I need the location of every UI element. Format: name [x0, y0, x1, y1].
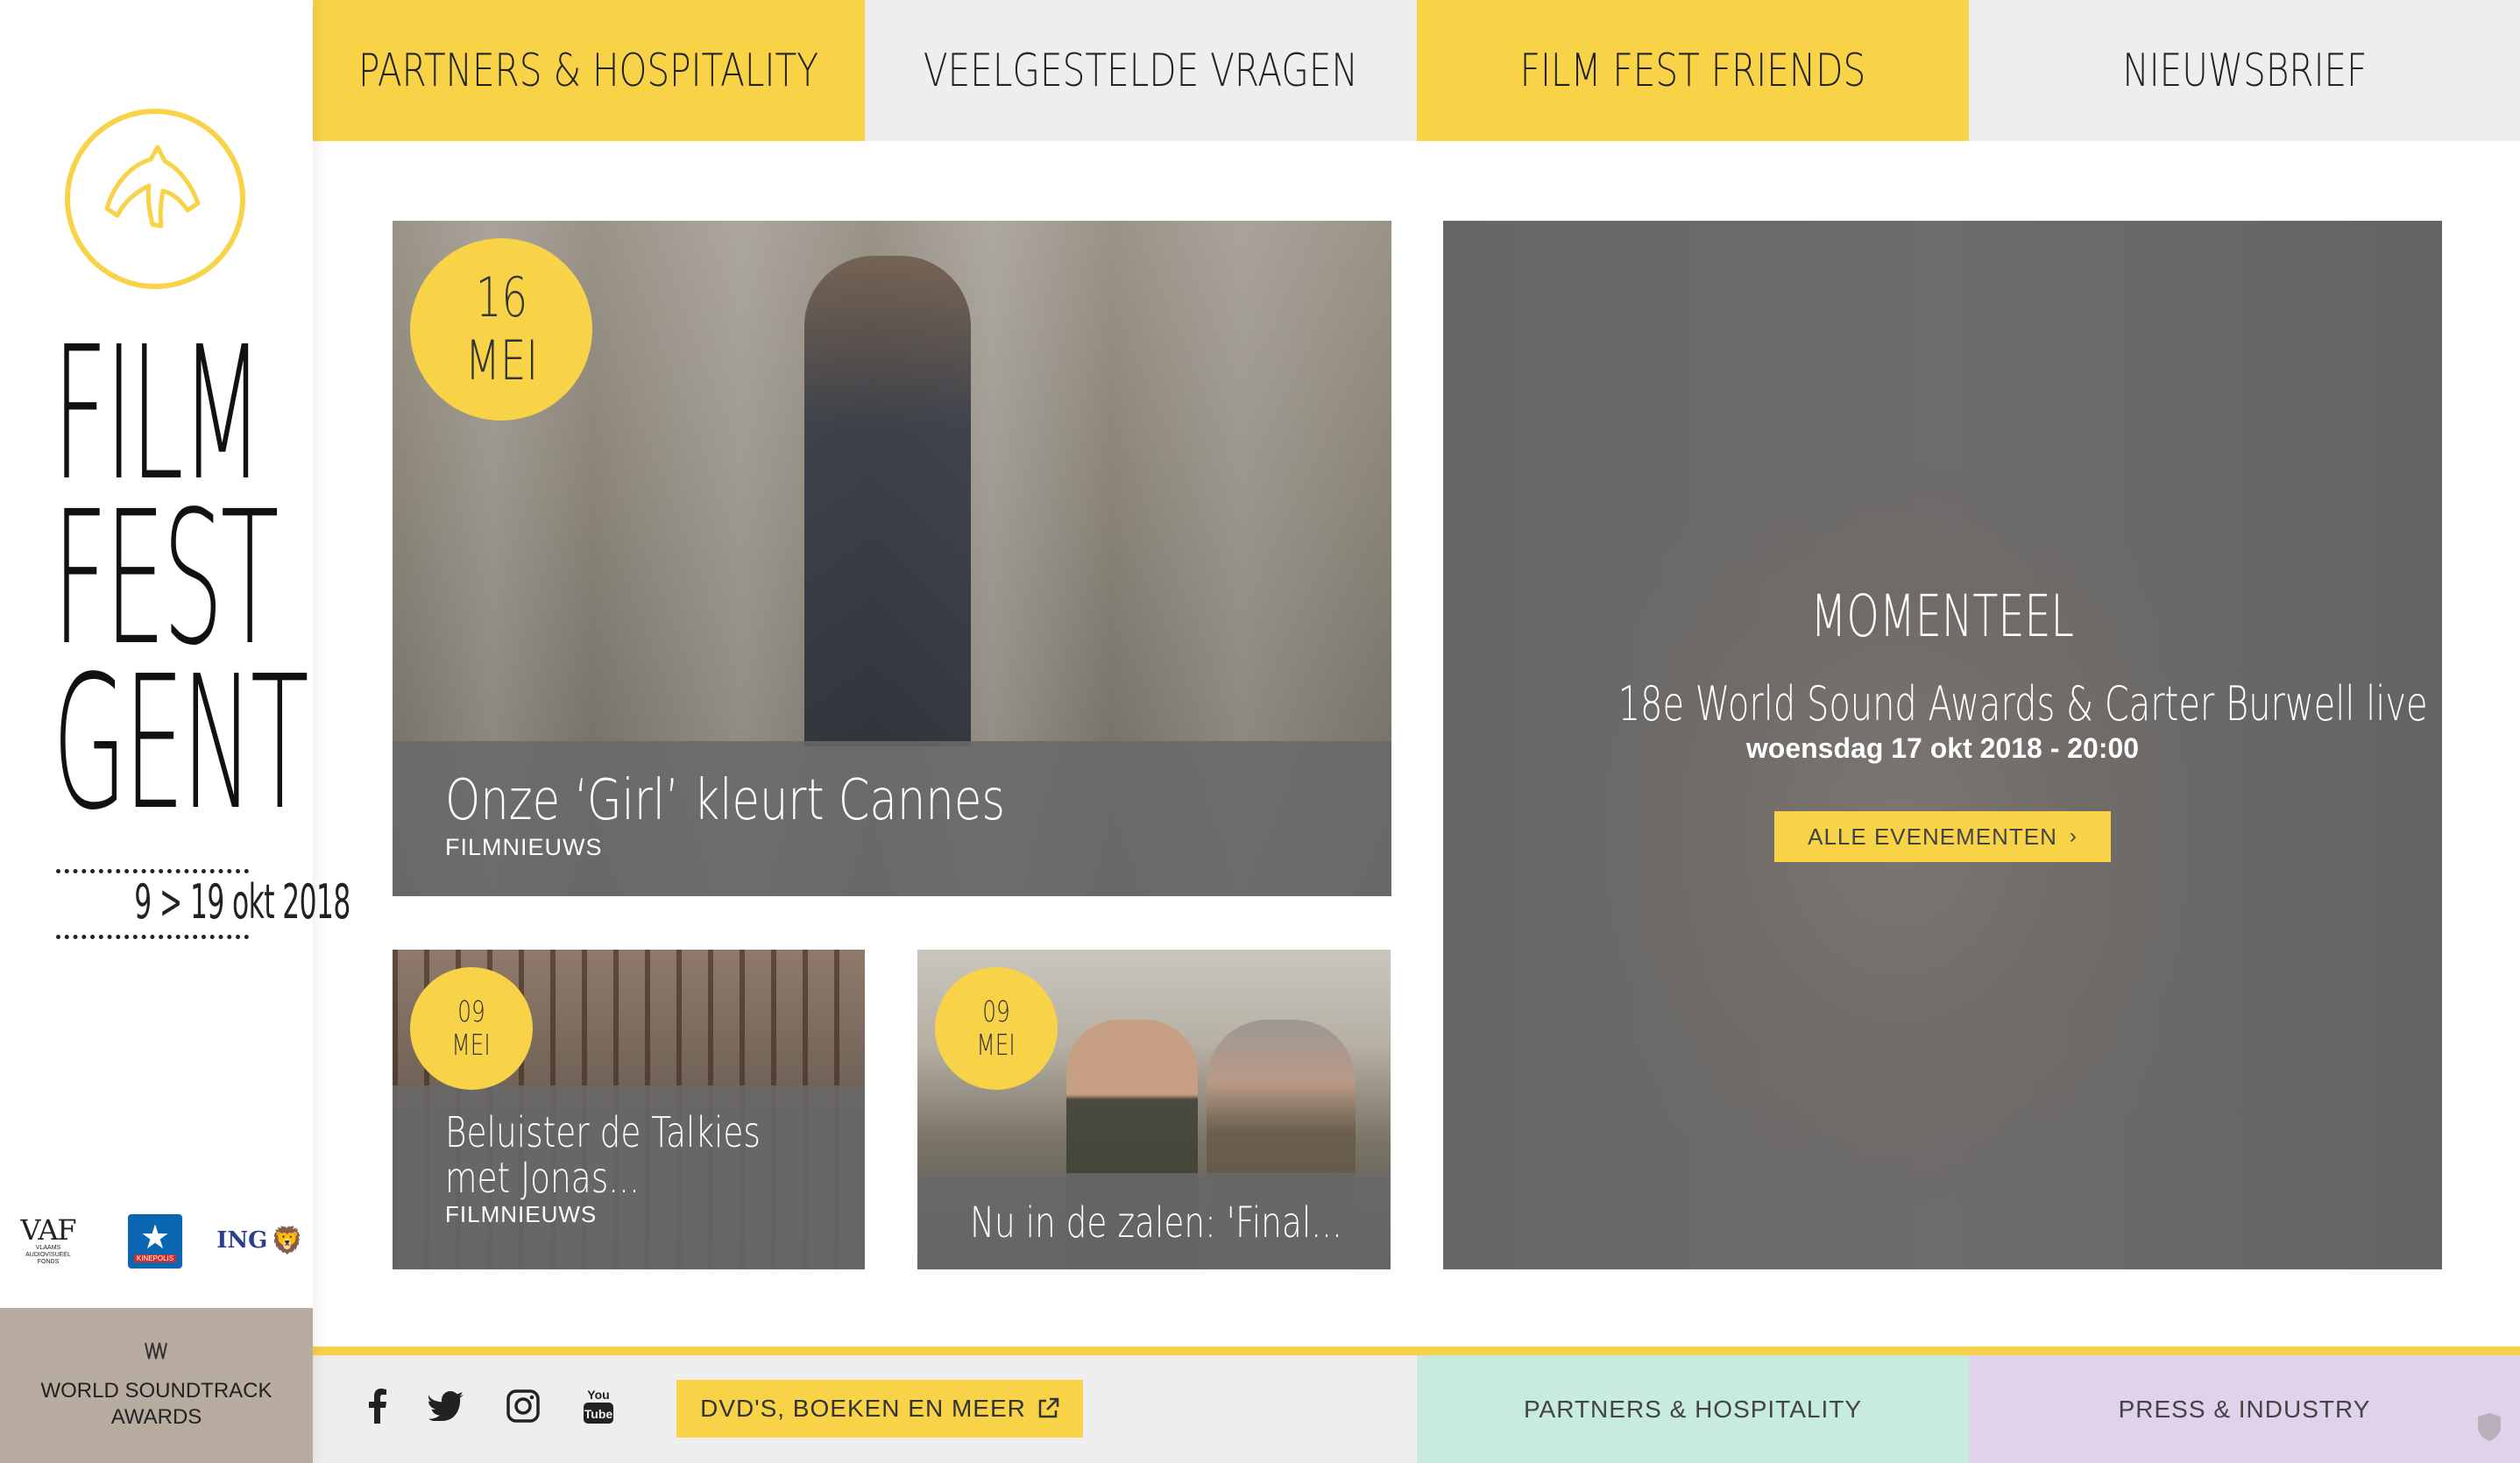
- footer-press-label: PRESS & INDUSTRY: [2118, 1395, 2371, 1423]
- date-month: MEI: [464, 329, 538, 392]
- featured-heading: MOMENTEEL: [1443, 583, 2442, 650]
- festival-dates-text: 9 > 19 okt 2018: [134, 874, 350, 929]
- news-card-main[interactable]: 16 MEI Onze ‘Girl’ kleurt Cannes FILMNIE…: [393, 221, 1391, 896]
- all-events-label: ALLE EVENEMENTEN: [1808, 823, 2057, 850]
- featured-event[interactable]: MOMENTEEL 18e World Sound Awards & Carte…: [1443, 221, 2442, 1269]
- svg-text:Tube: Tube: [584, 1407, 613, 1421]
- card-category: FILMNIEUWS: [445, 1201, 598, 1227]
- news-card-small[interactable]: 09 MEI Nu in de zalen: 'Final...: [917, 950, 1391, 1269]
- news-card-small[interactable]: 09 MEI Beluister de Talkies met Jonas...…: [393, 950, 865, 1269]
- card-title: Beluister de Talkies met Jonas...: [445, 1108, 761, 1203]
- date-month: MEI: [451, 1028, 492, 1062]
- shop-button[interactable]: DVD'S, BOEKEN EN MEER: [676, 1380, 1083, 1438]
- nav-label: NIEUWSBRIEF: [2121, 44, 2368, 97]
- instagram-glyph: [506, 1389, 540, 1423]
- featured-title: 18e World Sound Awards & Carter Burwell …: [1443, 676, 2442, 732]
- featured-date: woensdag 17 okt 2018 - 20:00: [1745, 732, 2140, 764]
- date-badge: 09 MEI: [935, 967, 1058, 1090]
- card-title: Nu in de zalen: 'Final...: [970, 1198, 1342, 1247]
- world-soundtrack-awards-link[interactable]: WORLD SOUNDTRACK AWARDS: [0, 1308, 313, 1463]
- facebook-glyph: [369, 1389, 386, 1424]
- nav-label: VEELGESTELDE VRAGEN: [924, 44, 1358, 97]
- featured-title-text: 18e World Sound Awards & Carter Burwell …: [1617, 676, 2442, 732]
- twitter-icon[interactable]: [424, 1384, 468, 1428]
- footer-partners-label: PARTNERS & HOSPITALITY: [1523, 1395, 1863, 1423]
- instagram-icon[interactable]: [501, 1384, 545, 1428]
- date-badge: 09 MEI: [410, 967, 533, 1090]
- star-icon: ★: [139, 1219, 171, 1256]
- external-link-icon: [1038, 1397, 1059, 1418]
- nav-label: FILM FEST FRIENDS: [1519, 44, 1866, 97]
- festival-dates: 9 > 19 okt 2018: [56, 869, 350, 939]
- date-day: 16: [475, 265, 527, 329]
- all-events-button[interactable]: ALLE EVENEMENTEN ›: [1774, 811, 2111, 862]
- footer-partners-hospitality[interactable]: PARTNERS & HOSPITALITY: [1417, 1355, 1969, 1463]
- footer-press-industry[interactable]: PRESS & INDUSTRY: [1969, 1355, 2520, 1463]
- chevron-right-icon: ›: [2069, 824, 2078, 848]
- footer-divider: [313, 1346, 2520, 1355]
- wsa-label: WORLD SOUNDTRACK AWARDS: [40, 1379, 273, 1429]
- card-caption: Onze ‘Girl’ kleurt Cannes FILMNIEUWS: [393, 741, 1391, 896]
- sponsor-kinepolis-logo[interactable]: ★ KINEPOLIS: [128, 1214, 182, 1269]
- sponsor-ing-logo[interactable]: ING 🦁: [214, 1209, 307, 1272]
- nav-faq[interactable]: VEELGESTELDE VRAGEN: [865, 0, 1417, 141]
- nav-film-fest-friends[interactable]: FILM FEST FRIENDS: [1417, 0, 1969, 141]
- ing-logo-text: ING: [216, 1227, 268, 1254]
- twitter-glyph: [428, 1391, 464, 1421]
- nav-label: PARTNERS & HOSPITALITY: [358, 44, 819, 97]
- shop-button-label: DVD'S, BOEKEN EN MEER: [700, 1395, 1026, 1422]
- shield-icon[interactable]: [2476, 1412, 2502, 1442]
- horse-head-icon: [104, 145, 201, 229]
- facebook-icon[interactable]: [356, 1384, 400, 1428]
- vaf-logo-text: VAF: [20, 1213, 76, 1247]
- card-title: Onze ‘Girl’ kleurt Cannes: [445, 768, 1005, 833]
- vaf-logo-subtext: VLAAMS AUDIOVISUEEL FONDS: [25, 1245, 71, 1265]
- nav-newsletter[interactable]: NIEUWSBRIEF: [1969, 0, 2520, 141]
- news-photo-figure: [804, 256, 971, 746]
- svg-text:You: You: [587, 1388, 609, 1402]
- date-day: 09: [982, 994, 1010, 1028]
- sponsor-vaf-logo[interactable]: VAF VLAAMS AUDIOVISUEEL FONDS: [19, 1209, 77, 1272]
- horse-logo-icon[interactable]: [65, 109, 245, 289]
- card-caption: Nu in de zalen: 'Final...: [917, 1173, 1391, 1269]
- date-day: 09: [457, 994, 485, 1028]
- lion-icon: 🦁: [271, 1226, 304, 1255]
- youtube-glyph: You Tube: [584, 1388, 613, 1424]
- youtube-icon[interactable]: You Tube: [577, 1384, 620, 1428]
- date-month: MEI: [976, 1028, 1016, 1062]
- card-caption: Beluister de Talkies met Jonas... FILMNI…: [393, 1085, 865, 1269]
- logo-word-gent: GENT: [53, 636, 309, 851]
- featured-heading-text: MOMENTEEL: [1810, 583, 2075, 650]
- kinepolis-logo-text: KINEPOLIS: [133, 1254, 177, 1262]
- card-category: FILMNIEUWS: [445, 834, 603, 860]
- date-badge: 16 MEI: [410, 238, 592, 421]
- sidebar: FILM FEST GENT 9 > 19 okt 2018 VAF VLAAM…: [0, 0, 350, 1463]
- wsa-logo-icon: [145, 1342, 167, 1360]
- nav-partners-hospitality[interactable]: PARTNERS & HOSPITALITY: [313, 0, 865, 141]
